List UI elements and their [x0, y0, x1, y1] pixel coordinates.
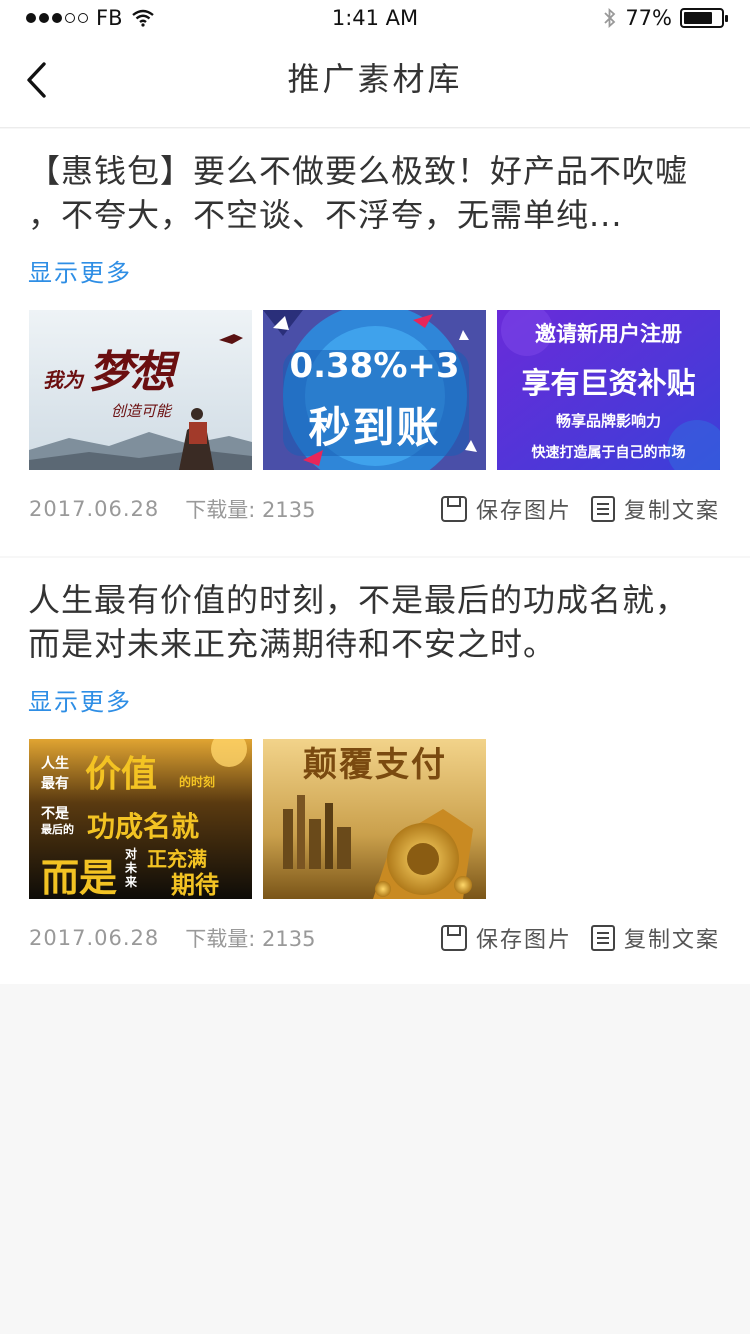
battery-icon	[680, 8, 728, 28]
post-image[interactable]: 0.38%+3 秒到账	[263, 310, 486, 470]
post-image[interactable]: 邀请新用户注册 享有巨资补贴 畅享品牌影响力 快速打造属于自己的市场	[497, 310, 720, 470]
post-image[interactable]: 我为 梦想 创造可能	[29, 310, 252, 470]
status-bar: FB 1:41 AM 77%	[0, 0, 750, 36]
image-caption-line: 梦想	[88, 347, 175, 398]
image-caption-line: 对未来	[125, 847, 138, 889]
save-icon	[440, 925, 467, 951]
status-time: 1:41 AM	[331, 6, 419, 30]
image-caption-line: 邀请新用户注册	[535, 322, 682, 346]
save-image-button[interactable]: 保存图片	[440, 493, 572, 525]
image-caption-line: 人生	[41, 756, 69, 772]
show-more-link[interactable]: 显示更多	[28, 253, 132, 288]
save-image-label: 保存图片	[475, 499, 572, 524]
image-caption-line: 不是	[41, 806, 69, 822]
image-row: 我为 梦想 创造可能 0.38%+3 秒到账 邀请新用户注册 享有巨资补贴 畅享…	[29, 310, 720, 470]
post-image[interactable]: 颠覆支付	[263, 739, 486, 899]
save-image-label: 保存图片	[475, 928, 572, 953]
post-text-line: 【惠钱包】要么不做要么极致！好产品不吹嘘	[28, 152, 689, 190]
post-date: 2017.06.28	[29, 497, 160, 521]
post-image[interactable]: 人生 价值 最有 的时刻 不是 最后的 功成名就 而是 对未来 正充满 期待	[29, 739, 252, 899]
image-caption-line: 秒到账	[308, 403, 441, 452]
image-row: 人生 价值 最有 的时刻 不是 最后的 功成名就 而是 对未来 正充满 期待 颠…	[29, 739, 486, 899]
image-caption-line: 价值	[85, 754, 158, 795]
copy-text-label: 复制文案	[623, 499, 720, 524]
image-caption-line: 功成名就	[87, 810, 200, 843]
image-caption-line: 期待	[171, 871, 219, 899]
document-icon	[590, 496, 615, 522]
image-caption-line: 快速打造属于自己的市场	[531, 445, 686, 461]
save-image-button[interactable]: 保存图片	[440, 922, 572, 954]
post-actions: 保存图片 复制文案	[440, 922, 720, 954]
image-caption-line: 创造可能	[111, 402, 172, 420]
post-text: 人生最有价值的时刻，不是最后的功成名就， 而是对未来正充满期待和不安之时。	[28, 578, 720, 666]
post-text-line: 而是对未来正充满期待和不安之时。	[28, 625, 557, 663]
download-count: 下载量: 2135	[185, 927, 316, 951]
post-text: 【惠钱包】要么不做要么极致！好产品不吹嘘 ，不夸大，不空谈、不浮夸，无需单纯..…	[28, 149, 720, 237]
image-caption: 我为 梦想	[43, 336, 175, 400]
image-caption-line: 畅享品牌影响力	[555, 412, 661, 430]
show-more-link[interactable]: 显示更多	[28, 682, 132, 717]
post-card: 人生最有价值的时刻，不是最后的功成名就， 而是对未来正充满期待和不安之时。 显示…	[0, 558, 750, 984]
post-meta: 2017.06.28 下载量: 2135 保存图片 复制文案	[29, 921, 720, 955]
image-caption-line: 的时刻	[179, 775, 216, 789]
post-actions: 保存图片 复制文案	[440, 493, 720, 525]
image-caption-line: 最有	[41, 776, 69, 792]
image-caption-line: 我为	[43, 368, 83, 392]
save-icon	[440, 496, 467, 522]
image-caption-line: 而是	[41, 856, 118, 899]
post-text-line: 人生最有价值的时刻，不是最后的功成名就，	[28, 581, 689, 619]
copy-text-button[interactable]: 复制文案	[590, 493, 720, 525]
image-caption-line: 颠覆支付	[303, 745, 447, 785]
image-caption-line: 0.38%+3	[289, 346, 460, 386]
download-count: 下载量: 2135	[185, 498, 316, 522]
image-caption-line: 最后的	[41, 823, 74, 836]
post-meta: 2017.06.28 下载量: 2135 保存图片 复制文案	[29, 492, 720, 526]
copy-text-button[interactable]: 复制文案	[590, 922, 720, 954]
page-title: 推广素材库	[287, 60, 463, 98]
image-caption-line: 享有巨资补贴	[521, 366, 696, 400]
navigation-bar: 推广素材库	[0, 36, 750, 128]
post-text-line: ，不夸大，不空谈、不浮夸，无需单纯...	[28, 196, 623, 234]
document-icon	[590, 925, 615, 951]
post-card: 【惠钱包】要么不做要么极致！好产品不吹嘘 ，不夸大，不空谈、不浮夸，无需单纯..…	[0, 129, 750, 556]
copy-text-label: 复制文案	[623, 928, 720, 953]
post-date: 2017.06.28	[29, 926, 160, 950]
